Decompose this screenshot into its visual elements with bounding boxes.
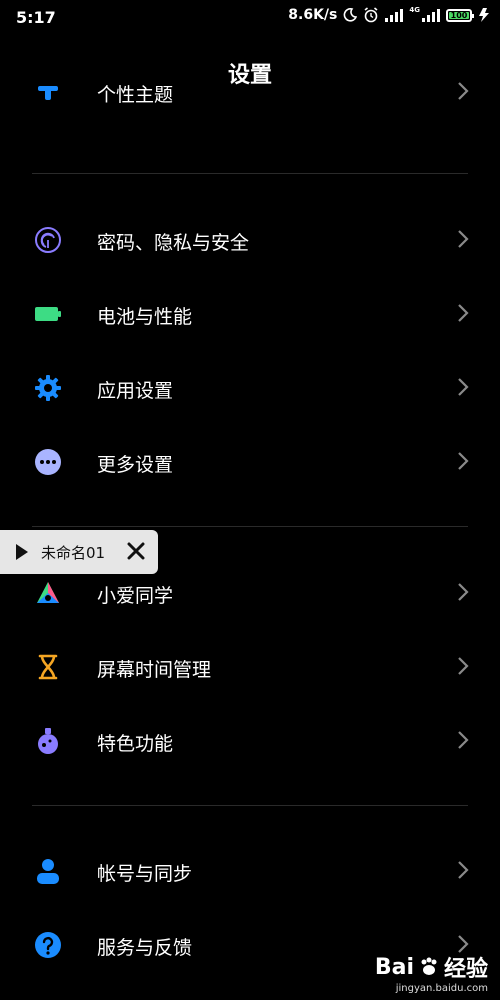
settings-item-more[interactable]: 更多设置 [0, 432, 500, 492]
watermark-url: jingyan.baidu.com [395, 983, 488, 994]
settings-item-label: 特色功能 [97, 733, 174, 755]
close-icon[interactable] [124, 539, 148, 563]
recording-name: 未命名01 [41, 544, 106, 562]
battery-indicator: 100 [446, 8, 474, 22]
network-speed: 8.6K/s [288, 7, 338, 23]
battery-icon [35, 307, 61, 321]
battery-level: 100 [449, 10, 469, 20]
settings-item-label: 屏幕时间管理 [97, 659, 212, 681]
status-icons: 8.6K/s 4G 100 [288, 6, 490, 23]
chevron-right-icon [458, 304, 469, 322]
settings-item-label: 更多设置 [97, 454, 174, 476]
recorder-pill[interactable]: 未命名01 [0, 530, 158, 574]
chevron-right-icon [458, 452, 469, 470]
settings-item-battery[interactable]: 电池与性能 [0, 284, 500, 344]
charging-icon [479, 8, 489, 22]
chevron-right-icon [458, 583, 469, 601]
chevron-right-icon [458, 378, 469, 396]
chevron-right-icon [458, 731, 469, 749]
status-time: 5:17 [16, 8, 56, 27]
chevron-right-icon [458, 657, 469, 675]
settings-item-privacy[interactable]: 密码、隐私与安全 [0, 210, 500, 270]
settings-item-label: 帐号与同步 [97, 863, 193, 885]
gear-icon [35, 375, 61, 401]
settings-item-label: 服务与反馈 [97, 937, 193, 959]
settings-item-apps[interactable]: 应用设置 [0, 358, 500, 418]
watermark-brand: Bai 经验 [375, 951, 488, 983]
moon-icon [344, 8, 358, 22]
alarm-icon [364, 7, 378, 23]
divider [32, 173, 468, 174]
hourglass-icon [38, 654, 58, 680]
chevron-right-icon [458, 230, 469, 248]
settings-item-features[interactable]: 特色功能 [0, 711, 500, 771]
chevron-right-icon [458, 82, 469, 100]
settings-item-label: 密码、隐私与安全 [97, 232, 250, 254]
more-icon [35, 449, 61, 475]
user-icon [37, 859, 59, 884]
paw-icon [421, 957, 437, 975]
settings-item-label: 小爱同学 [97, 585, 174, 607]
settings-item-label: 应用设置 [97, 380, 174, 402]
watermark-brand-suffix: 经验 [443, 957, 488, 982]
divider [32, 805, 468, 806]
settings-item-screen-time[interactable]: 屏幕时间管理 [0, 637, 500, 697]
settings-item-label: 电池与性能 [97, 306, 193, 328]
divider [32, 526, 468, 527]
chevron-right-icon [458, 861, 469, 879]
xiaoai-icon [37, 582, 59, 603]
settings-item-account[interactable]: 帐号与同步 [0, 841, 500, 901]
fingerprint-icon [35, 227, 61, 253]
signal-icon-2 [422, 8, 440, 22]
settings-item-theme[interactable]: 个性主题 [0, 82, 500, 112]
watermark-brand-text: Bai [374, 954, 414, 980]
watermark: Bai 经验 jingyan.baidu.com [375, 951, 488, 995]
theme-icon [38, 86, 58, 100]
network-type: 4G [409, 6, 420, 14]
help-icon [35, 932, 61, 958]
play-icon[interactable] [16, 544, 28, 560]
status-bar: 5:17 8.6K/s 4G 100 [0, 0, 500, 36]
flask-icon [38, 728, 58, 754]
signal-icon [385, 8, 404, 22]
settings-item-label: 个性主题 [97, 84, 174, 106]
